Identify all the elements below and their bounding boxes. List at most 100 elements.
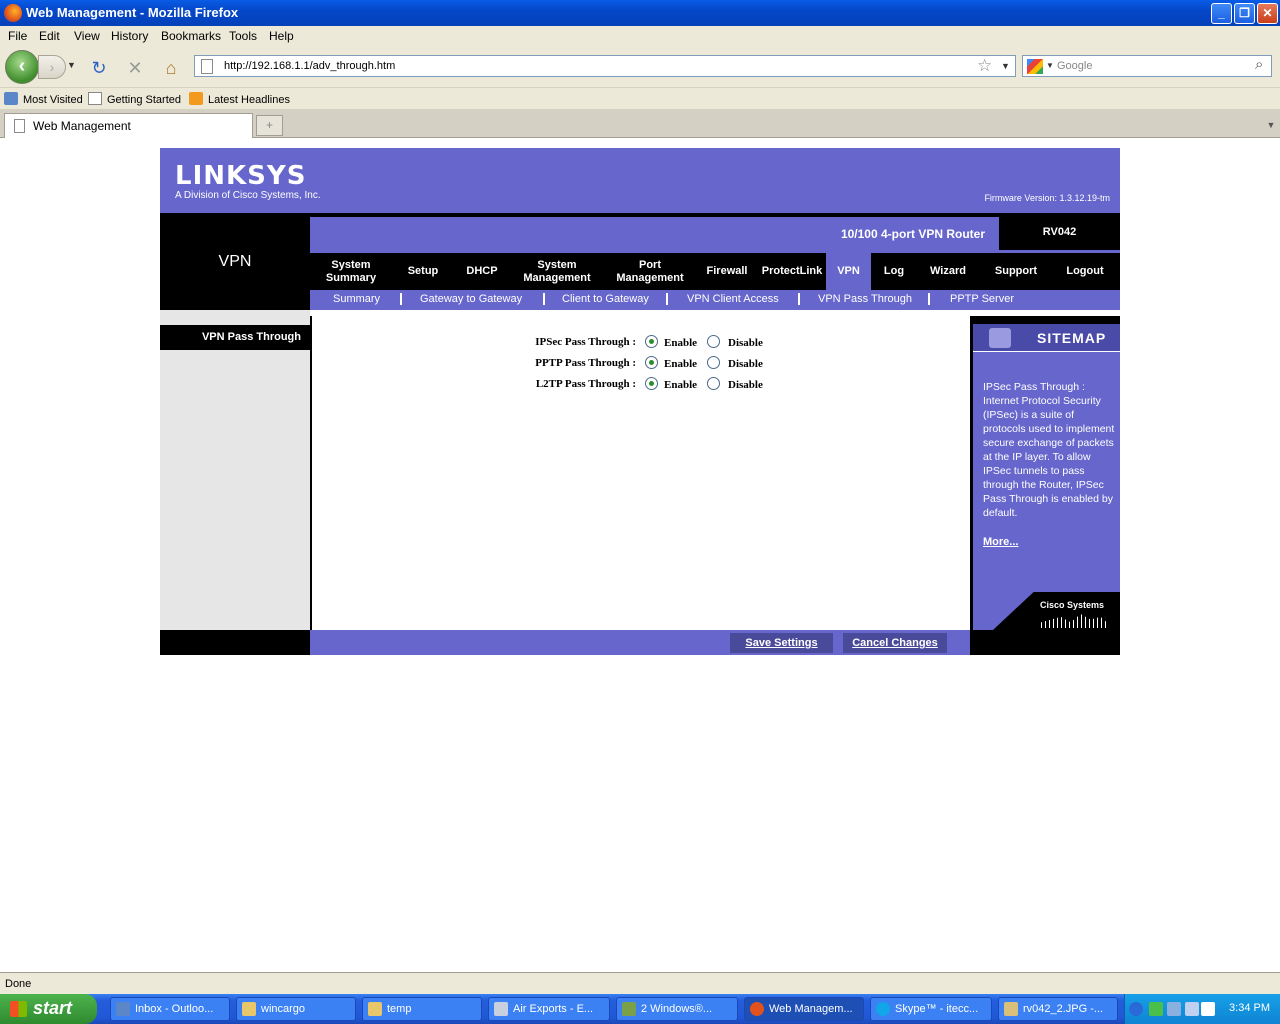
maximize-button[interactable]: ❐ (1234, 3, 1255, 24)
subnav-separator (400, 293, 402, 305)
tray-vmware-icon[interactable] (1201, 1002, 1215, 1016)
page-icon (88, 92, 102, 105)
search-box[interactable]: ▼ Google ⌕ (1022, 55, 1272, 77)
rss-icon (189, 92, 203, 105)
tab-list-dropdown-icon[interactable]: ▼ (1262, 115, 1280, 136)
task-outlook[interactable]: Inbox - Outloo... (110, 997, 230, 1021)
nav-dhcp[interactable]: DHCP (454, 253, 510, 290)
skype-icon (876, 1002, 890, 1016)
model-bar: 10/100 4-port VPN Router (310, 215, 999, 250)
search-input[interactable]: Google (1057, 60, 1092, 72)
nav-setup[interactable]: Setup (392, 253, 454, 290)
cancel-changes-button[interactable]: Cancel Changes (843, 633, 947, 653)
system-tray: 3:34 PM (1124, 994, 1280, 1024)
more-link[interactable]: More... (983, 536, 1018, 548)
url-dropdown-icon[interactable]: ▼ (1001, 61, 1010, 71)
google-icon[interactable] (1027, 59, 1043, 74)
forward-button[interactable]: › (38, 55, 66, 79)
side-column: VPN Pass Through (160, 310, 310, 630)
outlook-icon (116, 1002, 130, 1016)
tray-messenger-icon[interactable] (1149, 1002, 1163, 1016)
nav-port-management[interactable]: Port Management (604, 253, 696, 290)
search-engine-dropdown-icon[interactable]: ▼ (1046, 61, 1054, 70)
reload-icon[interactable]: ↻ (88, 58, 110, 78)
task-label: temp (387, 1003, 412, 1015)
task-air-exports[interactable]: Air Exports - E... (488, 997, 610, 1021)
bookmark-latest-headlines[interactable]: Latest Headlines (189, 92, 290, 106)
bookmark-most-visited[interactable]: Most Visited (4, 92, 83, 106)
nav-system-management[interactable]: System Management (510, 253, 604, 290)
task-label: wincargo (261, 1003, 306, 1015)
nav-protectlink[interactable]: ProtectLink (758, 253, 826, 290)
nav-firewall[interactable]: Firewall (696, 253, 758, 290)
router-header: LINKSYS A Division of Cisco Systems, Inc… (160, 148, 1120, 213)
save-settings-button[interactable]: Save Settings (730, 633, 833, 653)
task-skype[interactable]: Skype™ - itecc... (870, 997, 992, 1021)
task-temp[interactable]: temp (362, 997, 482, 1021)
content-area: IPSec Pass Through : Enable Disable PPTP… (310, 316, 970, 630)
l2tp-disable-radio[interactable] (707, 377, 720, 390)
stop-icon[interactable]: ✕ (124, 58, 146, 78)
nav-system-summary[interactable]: System Summary (310, 253, 392, 290)
ipsec-enable-radio[interactable] (645, 335, 658, 348)
close-button[interactable]: ✕ (1257, 3, 1278, 24)
minimize-button[interactable]: _ (1211, 3, 1232, 24)
url-bar[interactable]: http://192.168.1.1/adv_through.htm ☆ ▼ (194, 55, 1016, 77)
windows-group-icon (622, 1002, 636, 1016)
menu-history[interactable]: History (111, 29, 148, 43)
disable-label: Disable (728, 337, 763, 349)
tray-network-icon[interactable] (1167, 1002, 1181, 1016)
pptp-enable-radio[interactable] (645, 356, 658, 369)
subnav-summary[interactable]: Summary (333, 293, 380, 305)
tray-expand-icon[interactable] (1129, 1002, 1143, 1016)
nav-log[interactable]: Log (871, 253, 917, 290)
menu-bookmarks[interactable]: Bookmarks (161, 29, 221, 43)
menu-file[interactable]: File (8, 29, 27, 43)
folder-icon (368, 1002, 382, 1016)
tray-monitor-icon[interactable] (1185, 1002, 1199, 1016)
menu-edit[interactable]: Edit (39, 29, 60, 43)
task-label: rv042_2.JPG -... (1023, 1003, 1104, 1015)
menu-tools[interactable]: Tools (229, 29, 257, 43)
sitemap-header: SITEMAP (973, 324, 1120, 352)
ipsec-label: IPSec Pass Through : (535, 336, 636, 348)
nav-wizard[interactable]: Wizard (917, 253, 979, 290)
nav-vpn[interactable]: VPN (826, 253, 871, 290)
ipsec-disable-radio[interactable] (707, 335, 720, 348)
bookmark-getting-started[interactable]: Getting Started (88, 92, 181, 106)
new-tab-button[interactable]: + (256, 115, 283, 136)
subnav-gateway-to-gateway[interactable]: Gateway to Gateway (420, 293, 522, 305)
url-text[interactable]: http://192.168.1.1/adv_through.htm (224, 60, 395, 72)
back-button[interactable]: ‹ (5, 50, 39, 84)
pptp-disable-radio[interactable] (707, 356, 720, 369)
task-wincargo[interactable]: wincargo (236, 997, 356, 1021)
home-icon[interactable]: ⌂ (160, 58, 182, 78)
menu-help[interactable]: Help (269, 29, 294, 43)
task-image-viewer[interactable]: rv042_2.JPG -... (998, 997, 1118, 1021)
sitemap-box: SITEMAP IPSec Pass Through : Internet Pr… (973, 324, 1120, 630)
section-title: VPN (218, 253, 252, 270)
task-label: 2 Windows®... (641, 1003, 713, 1015)
subnav-vpn-client-access[interactable]: VPN Client Access (687, 293, 779, 305)
window-title: Web Management - Mozilla Firefox (26, 5, 239, 20)
task-label: Air Exports - E... (513, 1003, 594, 1015)
ipsec-row: IPSec Pass Through : Enable Disable (492, 334, 792, 352)
menu-view[interactable]: View (74, 29, 100, 43)
task-windows-group[interactable]: 2 Windows®... (616, 997, 738, 1021)
enable-label: Enable (664, 379, 698, 391)
search-icon[interactable]: ⌕ (1255, 56, 1263, 73)
nav-support[interactable]: Support (979, 253, 1053, 290)
bookmark-star-icon[interactable]: ☆ (977, 56, 992, 76)
subnav-pptp-server[interactable]: PPTP Server (950, 293, 1014, 305)
start-button[interactable]: start (0, 994, 97, 1024)
history-dropdown-icon[interactable]: ▼ (67, 60, 76, 70)
tab-web-management[interactable]: Web Management (4, 113, 253, 138)
nav-logout[interactable]: Logout (1053, 253, 1117, 290)
footer-left (160, 630, 310, 655)
l2tp-enable-radio[interactable] (645, 377, 658, 390)
windows-flag-icon (10, 1001, 27, 1017)
firmware-version: Firmware Version: 1.3.12.19-tm (984, 193, 1110, 203)
subnav-vpn-pass-through[interactable]: VPN Pass Through (818, 293, 912, 305)
subnav-client-to-gateway[interactable]: Client to Gateway (562, 293, 649, 305)
task-web-management[interactable]: Web Managem... (744, 997, 864, 1021)
